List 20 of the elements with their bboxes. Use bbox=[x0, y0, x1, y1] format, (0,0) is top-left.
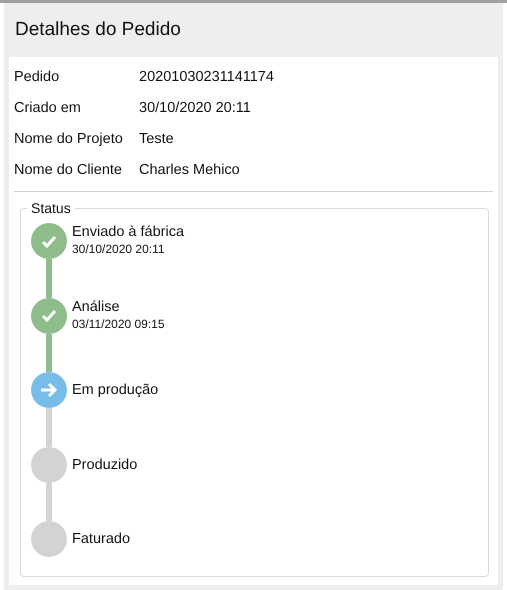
field-label: Criado em bbox=[14, 100, 82, 116]
step-name: Em produção bbox=[72, 381, 158, 399]
check-icon bbox=[41, 309, 57, 322]
step-date: 03/11/2020 09:15 bbox=[72, 316, 165, 332]
arrow-right-icon bbox=[40, 382, 58, 398]
field-label: Nome do Projeto bbox=[14, 130, 124, 146]
field-value: Charles Mehico bbox=[139, 162, 240, 178]
group-legend: Status bbox=[27, 200, 75, 216]
field-value: Teste bbox=[139, 130, 174, 146]
panel-title: Detalhes do Pedido bbox=[14, 18, 182, 42]
field-label: Pedido bbox=[14, 68, 60, 84]
step-name: Análise bbox=[72, 298, 121, 316]
step-name: Produzido bbox=[72, 456, 138, 474]
field-label: Nome do Cliente bbox=[14, 162, 123, 178]
check-icon bbox=[41, 234, 57, 248]
step-date: 30/10/2020 20:11 bbox=[72, 241, 166, 257]
step-name: Faturado bbox=[72, 530, 130, 548]
step-name: Enviado à fábrica bbox=[72, 223, 184, 241]
field-value: 20201030231141174 bbox=[139, 68, 274, 84]
field-value: 30/10/2020 20:11 bbox=[139, 100, 251, 116]
